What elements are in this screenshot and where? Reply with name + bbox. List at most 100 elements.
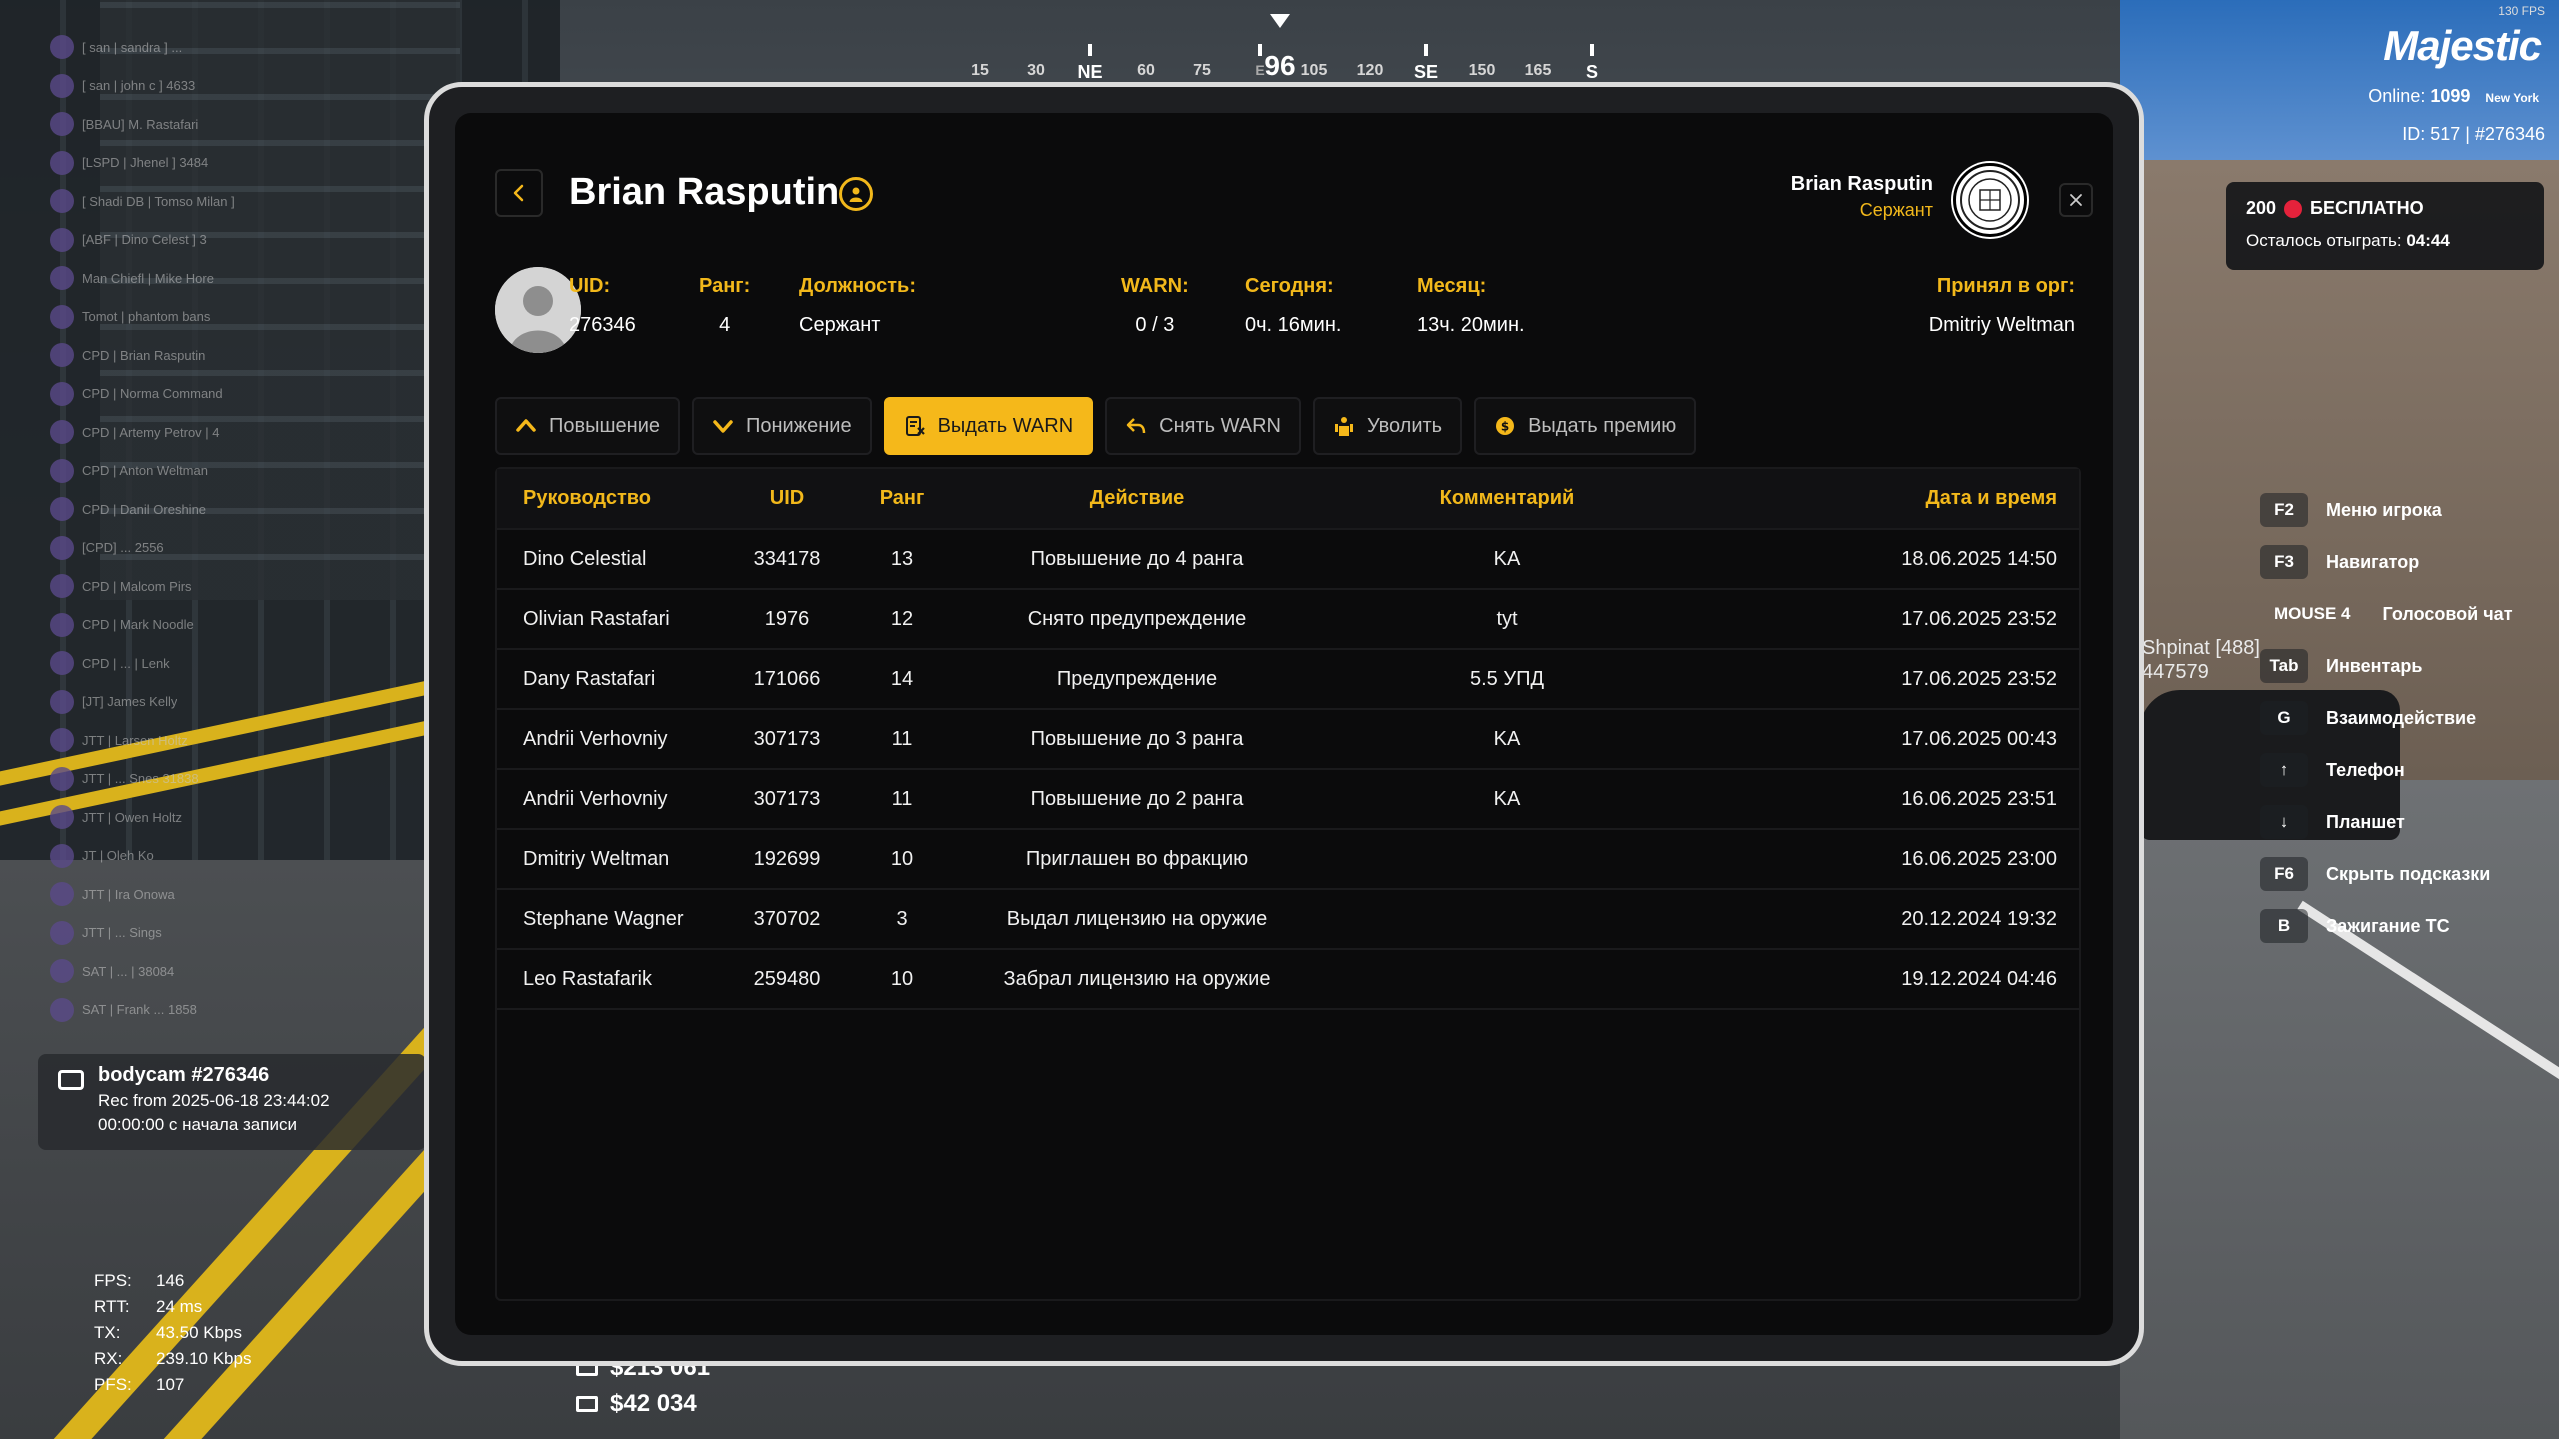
online-count: 1099 [2430, 86, 2471, 106]
chat-line-text: [ san | john c ] 4633 [82, 78, 196, 94]
compass-east-label: E [1255, 62, 1265, 78]
fire-button[interactable]: Уволить [1312, 397, 1463, 455]
back-button[interactable] [495, 169, 543, 217]
give-warn-button[interactable]: Выдать WARN [883, 397, 1094, 455]
department-seal-icon [1953, 163, 2027, 237]
chat-line-text: CPD | Anton Weltman [82, 463, 208, 479]
cell-action: Забрал лицензию на оружие [957, 948, 1317, 1010]
key-hint: Tab Инвентарь [2260, 640, 2513, 692]
chat-line: SAT | Frank ... 1858 [50, 991, 420, 1030]
online-status: Online: 1099 New York [2368, 86, 2539, 107]
key-cap: B [2260, 909, 2308, 943]
bodycam-rec: Rec from 2025-06-18 23:44:02 [98, 1091, 330, 1110]
give-bonus-button[interactable]: $ Выдать премию [1474, 397, 1697, 455]
cell-datetime: 17.06.2025 23:52 [1697, 588, 2079, 649]
cell-rank: 10 [847, 948, 957, 1010]
cell-datetime: 19.12.2024 04:46 [1697, 948, 2079, 1010]
cell-manager: Andrii Verhovniy [497, 768, 727, 829]
cell-rank: 14 [847, 648, 957, 709]
cell-datetime: 17.06.2025 00:43 [1697, 708, 2079, 769]
current-user: Brian Rasputin Сержант [1791, 173, 1933, 221]
hired-by-field: Принял в орг: Dmitriy Weltman [1929, 275, 2075, 337]
cell-manager: Dany Rastafari [497, 648, 727, 709]
chat-line-text: JTT | ... Sings [82, 925, 162, 941]
compass-tick: SE [1413, 62, 1439, 82]
compass-pointer [1270, 14, 1290, 28]
promo-text: БЕСПЛАТНО [2310, 198, 2424, 218]
compass-tick: 15 [971, 62, 989, 79]
compass-tick: S [1585, 62, 1599, 82]
cell-manager: Dmitriy Weltman [497, 828, 727, 889]
chat-avatar-icon [50, 612, 74, 637]
tablet-screen: Brian Rasputin Brian Rasputin Сержант UI… [455, 113, 2113, 1335]
month-value: 13ч. 20мин. [1417, 314, 1525, 336]
key-hint: G Взаимодействие [2260, 692, 2513, 744]
rank-value: 4 [719, 314, 731, 336]
cell-rank: 13 [847, 528, 957, 589]
action-label: Уволить [1366, 414, 1443, 437]
server-city: New York [2485, 91, 2539, 105]
fire-person-icon [1334, 417, 1353, 436]
key-cap: F3 [2260, 545, 2308, 579]
cell-rank: 12 [847, 588, 957, 649]
cell-uid: 259480 [727, 948, 847, 1010]
cell-uid: 307173 [727, 768, 847, 829]
table-row: Dmitriy Weltman 192699 10 Приглашен во фрак… [497, 828, 2079, 889]
action-label: Повышение [549, 414, 661, 437]
uid-label: UID: [569, 275, 611, 297]
chat-line: [ Shadi DB | Tomso Milan ] [50, 182, 420, 221]
table-row: Dino Celestial 334178 13 Повышение до 4 ран… [497, 528, 2079, 589]
table-header: Руководство UID Ранг Действие Комментарий Дат… [497, 469, 2079, 529]
demote-button[interactable]: Понижение [692, 397, 872, 455]
remove-warn-button[interactable]: Снять WARN [1105, 397, 1301, 455]
history-table: Руководство UID Ранг Действие Комментарий Дат… [495, 467, 2081, 1301]
chat-avatar-icon [50, 535, 74, 560]
chat-line-text: CPD | Brian Rasputin [82, 347, 206, 363]
chat-line: [ABF | Dino Celest ] 3 [50, 221, 420, 260]
chat-feed: [ san | sandra ] ... [ san | john c ] 463… [50, 28, 420, 1029]
bodycam-elapsed: 00:00:00 с начала записи [98, 1115, 297, 1134]
table-row: Dany Rastafari 171066 14 Предупреждение 5.5 … [497, 648, 2079, 709]
key-hint: F3 Навигатор [2260, 536, 2513, 588]
compass-tick: 105 [1300, 62, 1328, 79]
cell-comment: KA [1317, 528, 1697, 589]
cell-action: Приглашен во фракцию [957, 828, 1317, 889]
chat-avatar-icon [50, 381, 74, 406]
chat-line-text: [BBAU] M. Rastafari [82, 116, 199, 132]
warn-label: WARN: [1121, 275, 1189, 297]
cell-action: Повышение до 3 ранга [957, 708, 1317, 769]
cell-uid: 307173 [727, 708, 847, 769]
key-cap: MOUSE 4 [2274, 604, 2351, 623]
promo-remaining-time: 04:44 [2406, 231, 2450, 250]
promote-button[interactable]: Повышение [495, 397, 681, 455]
promo-amount: 200 [2246, 198, 2277, 218]
chat-line: Man Chiefl | Mike Hore [50, 259, 420, 298]
month-field: Месяц: 13ч. 20мин. [1417, 275, 1525, 337]
nearby-player-id: 447579 [2142, 661, 2209, 683]
chat-avatar-icon [50, 73, 74, 98]
rank-field: Ранг: 4 [699, 275, 750, 337]
key-hint-label: Скрыть подсказки [2326, 863, 2491, 884]
chat-avatar-icon [50, 805, 74, 830]
profile-icon[interactable] [839, 177, 873, 211]
compass-tick-mark [1088, 44, 1092, 56]
cell-datetime: 18.06.2025 14:50 [1697, 528, 2079, 589]
chat-line-text: [CPD] ... 2556 [82, 540, 164, 556]
net-stat-value: 146 [156, 1271, 185, 1290]
action-label: Снять WARN [1159, 414, 1281, 437]
bodycam-title: bodycam #276346 [98, 1064, 270, 1086]
uid-field: UID: 276346 [569, 275, 636, 337]
hired-by-label: Принял в орг: [1936, 275, 2075, 297]
key-hint-label: Навигатор [2326, 551, 2420, 572]
cell-manager: Andrii Verhovniy [497, 708, 727, 769]
compass-tick: 120 [1356, 62, 1384, 79]
compass-tick: 165 [1524, 62, 1552, 79]
col-manager: Руководство [523, 487, 652, 509]
chat-line-text: CPD | Mark Noodle [82, 617, 194, 633]
chat-line: [LSPD | Jhenel ] 3484 [50, 144, 420, 183]
chat-avatar-icon [50, 150, 74, 175]
bank-row: $42 034 [576, 1386, 710, 1422]
key-hint: ↓ Планшет [2260, 796, 2513, 848]
close-button[interactable] [2059, 183, 2093, 217]
table-row: Olivian Rastafari 1976 12 Снято предупрежде… [497, 588, 2079, 649]
